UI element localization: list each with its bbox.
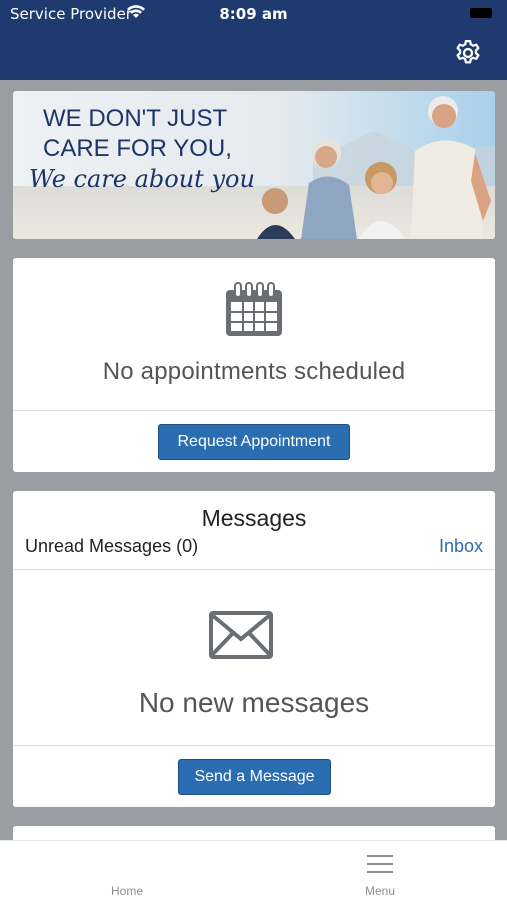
- gear-icon[interactable]: [453, 38, 483, 68]
- hamburger-icon: [367, 855, 393, 873]
- tab-bar: Home Menu: [0, 840, 507, 901]
- divider: [13, 569, 495, 570]
- request-appointment-button[interactable]: Request Appointment: [158, 424, 350, 460]
- tab-menu-label: Menu: [364, 884, 396, 898]
- divider: [13, 745, 495, 746]
- no-messages-text: No new messages: [138, 687, 370, 718]
- app-header: Service Provider 8:09 am: [0, 0, 507, 80]
- battery-icon: [470, 8, 492, 18]
- tab-menu[interactable]: Menu: [310, 841, 450, 901]
- banner-image: WE DON'T JUST CARE FOR YOU, We care abou…: [13, 91, 495, 239]
- tab-home-label: Home: [110, 884, 143, 898]
- promo-banner: WE DON'T JUST CARE FOR YOU, We care abou…: [13, 91, 495, 239]
- appointments-card: No appointments scheduled Request Appoin…: [13, 258, 495, 472]
- messages-card: Messages Unread Messages (0) Inbox No ne…: [13, 491, 495, 807]
- banner-line3: We care about you: [29, 165, 255, 193]
- send-message-button[interactable]: Send a Message: [178, 759, 331, 795]
- inbox-link[interactable]: Inbox: [439, 536, 483, 557]
- clock: 8:09 am: [219, 5, 288, 23]
- envelope-icon: [209, 611, 273, 659]
- divider: [13, 410, 495, 411]
- messages-title: Messages: [201, 505, 307, 531]
- unread-messages-label: Unread Messages (0): [25, 536, 199, 556]
- tab-home[interactable]: Home: [57, 841, 197, 901]
- calendar-icon: [226, 282, 282, 336]
- banner-line1: WE DON'T JUST: [43, 105, 227, 132]
- banner-line2: CARE FOR YOU,: [43, 135, 232, 162]
- no-appointments-text: No appointments scheduled: [102, 358, 406, 385]
